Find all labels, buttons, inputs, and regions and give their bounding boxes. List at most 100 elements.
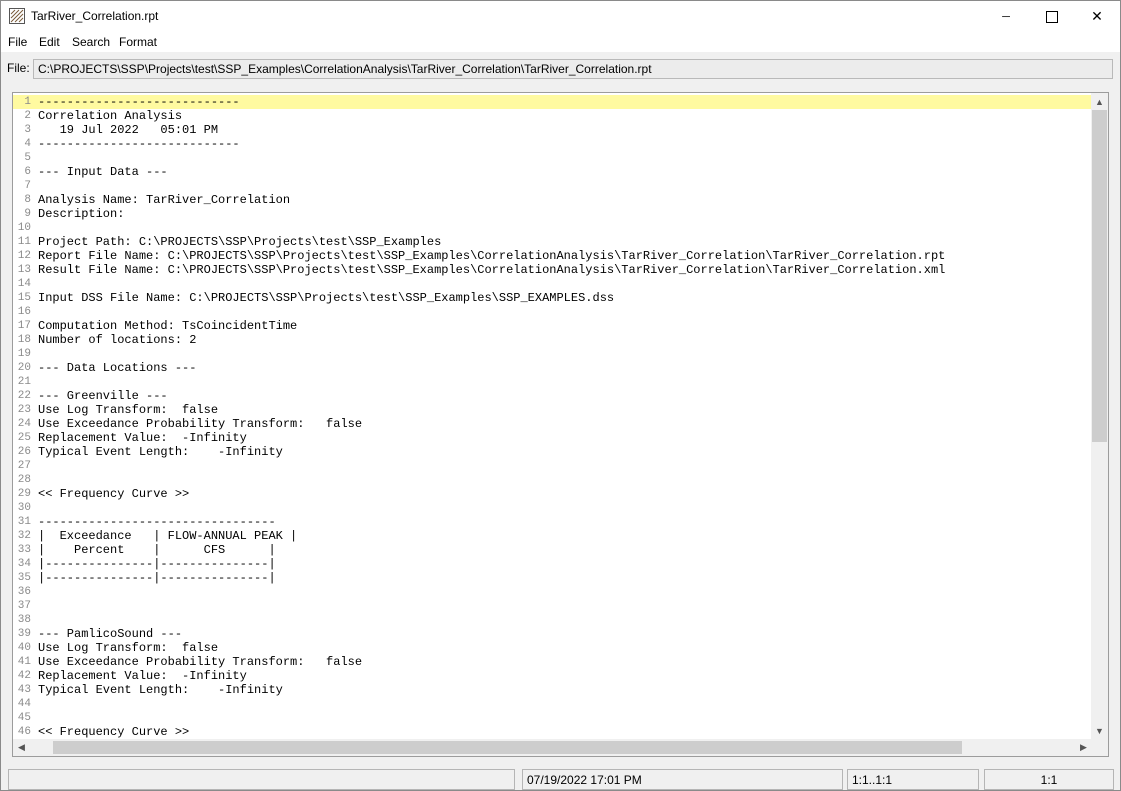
text-line[interactable]: 14 xyxy=(13,277,1092,291)
text-line[interactable]: 9 Description: xyxy=(13,207,1092,221)
text-line[interactable]: 25 Replacement Value: -Infinity xyxy=(13,431,1092,445)
text-line[interactable]: 28 xyxy=(13,473,1092,487)
line-text: << Frequency Curve >> xyxy=(38,725,190,739)
horizontal-scroll-thumb[interactable] xyxy=(53,741,962,754)
line-number: 35 xyxy=(17,572,31,584)
text-line[interactable]: 11 Project Path: C:\PROJECTS\SSP\Projects… xyxy=(13,235,1092,249)
text-line[interactable]: 21 xyxy=(13,375,1092,389)
text-line[interactable]: 39 --- PamlicoSound --- xyxy=(13,627,1092,641)
text-line[interactable]: 7 xyxy=(13,179,1092,193)
menu-edit[interactable]: Edit xyxy=(39,35,60,49)
text-line[interactable]: 33 | Percent | CFS | xyxy=(13,543,1092,557)
text-line[interactable]: 43 Typical Event Length: -Infinity xyxy=(13,683,1092,697)
line-number: 42 xyxy=(17,670,31,682)
text-line[interactable]: 34 |---------------|---------------| xyxy=(13,557,1092,571)
status-message xyxy=(8,769,515,790)
text-line[interactable]: 18 Number of locations: 2 xyxy=(13,333,1092,347)
scroll-right-icon[interactable]: ▶ xyxy=(1075,739,1092,756)
text-line[interactable]: 32 | Exceedance | FLOW-ANNUAL PEAK | xyxy=(13,529,1092,543)
line-number: 29 xyxy=(17,488,31,500)
status-datetime: 07/19/2022 17:01 PM xyxy=(522,769,843,790)
line-number: 25 xyxy=(17,432,31,444)
line-number: 20 xyxy=(17,362,31,374)
line-text: Description: xyxy=(38,207,125,221)
menu-file[interactable]: File xyxy=(8,35,27,49)
text-line[interactable]: 40 Use Log Transform: false xyxy=(13,641,1092,655)
text-lines: 1 ---------------------------- 2 Correlatio… xyxy=(13,95,1092,739)
text-line[interactable]: 2 Correlation Analysis xyxy=(13,109,1092,123)
text-line[interactable]: 1 ---------------------------- xyxy=(13,95,1092,109)
maximize-icon xyxy=(1046,10,1058,23)
text-line[interactable]: 5 xyxy=(13,151,1092,165)
line-number: 4 xyxy=(24,138,31,150)
horizontal-scrollbar[interactable]: ◀ ▶ xyxy=(13,739,1092,756)
line-number: 37 xyxy=(17,600,31,612)
line-text: Replacement Value: -Infinity xyxy=(38,431,247,445)
text-line[interactable]: 12 Report File Name: C:\PROJECTS\SSP\Proj… xyxy=(13,249,1092,263)
text-line[interactable]: 29 << Frequency Curve >> xyxy=(13,487,1092,501)
line-number: 45 xyxy=(17,712,31,724)
text-line[interactable]: 46 << Frequency Curve >> xyxy=(13,725,1092,739)
line-number: 16 xyxy=(17,306,31,318)
text-line[interactable]: 6 --- Input Data --- xyxy=(13,165,1092,179)
file-path-field[interactable]: C:\PROJECTS\SSP\Projects\test\SSP_Exampl… xyxy=(33,59,1113,79)
vertical-scroll-thumb[interactable] xyxy=(1092,110,1107,442)
text-line[interactable]: 38 xyxy=(13,613,1092,627)
line-text: --- PamlicoSound --- xyxy=(38,627,183,641)
line-text: Report File Name: C:\PROJECTS\SSP\Projec… xyxy=(38,249,946,263)
scroll-down-icon[interactable]: ▼ xyxy=(1091,722,1108,739)
text-line[interactable]: 19 xyxy=(13,347,1092,361)
text-line[interactable]: 31 --------------------------------- xyxy=(13,515,1092,529)
text-line[interactable]: 4 ---------------------------- xyxy=(13,137,1092,151)
maximize-button[interactable] xyxy=(1029,1,1075,32)
text-line[interactable]: 22 --- Greenville --- xyxy=(13,389,1092,403)
line-number: 12 xyxy=(17,250,31,262)
status-position: 1:1 xyxy=(984,769,1114,790)
text-line[interactable]: 10 xyxy=(13,221,1092,235)
line-text: Project Path: C:\PROJECTS\SSP\Projects\t… xyxy=(38,235,442,249)
text-line[interactable]: 20 --- Data Locations --- xyxy=(13,361,1092,375)
scroll-left-icon[interactable]: ◀ xyxy=(13,739,30,756)
title-bar[interactable]: TarRiver_Correlation.rpt ─ ✕ xyxy=(1,1,1120,32)
minimize-button[interactable]: ─ xyxy=(983,1,1029,32)
text-line[interactable]: 35 |---------------|---------------| xyxy=(13,571,1092,585)
report-text-area[interactable]: 1 ---------------------------- 2 Correlatio… xyxy=(12,92,1109,757)
text-line[interactable]: 13 Result File Name: C:\PROJECTS\SSP\Proj… xyxy=(13,263,1092,277)
text-line[interactable]: 26 Typical Event Length: -Infinity xyxy=(13,445,1092,459)
text-line[interactable]: 15 Input DSS File Name: C:\PROJECTS\SSP\P… xyxy=(13,291,1092,305)
text-line[interactable]: 23 Use Log Transform: false xyxy=(13,403,1092,417)
line-text: Typical Event Length: -Infinity xyxy=(38,683,283,697)
line-number: 23 xyxy=(17,404,31,416)
text-line[interactable]: 27 xyxy=(13,459,1092,473)
line-text: Use Exceedance Probability Transform: fa… xyxy=(38,417,363,431)
line-text: Use Exceedance Probability Transform: fa… xyxy=(38,655,363,669)
menu-search[interactable]: Search xyxy=(72,35,110,49)
menu-format[interactable]: Format xyxy=(119,35,157,49)
close-button[interactable]: ✕ xyxy=(1074,1,1120,32)
line-text: Result File Name: C:\PROJECTS\SSP\Projec… xyxy=(38,263,946,277)
file-label: File: xyxy=(7,61,30,75)
text-line[interactable]: 8 Analysis Name: TarRiver_Correlation xyxy=(13,193,1092,207)
line-number: 41 xyxy=(17,656,31,668)
line-number: 32 xyxy=(17,530,31,542)
text-line[interactable]: 45 xyxy=(13,711,1092,725)
line-number: 31 xyxy=(17,516,31,528)
text-line[interactable]: 30 xyxy=(13,501,1092,515)
text-line[interactable]: 36 xyxy=(13,585,1092,599)
line-text: Use Log Transform: false xyxy=(38,403,219,417)
text-line[interactable]: 44 xyxy=(13,697,1092,711)
text-line[interactable]: 41 Use Exceedance Probability Transform: … xyxy=(13,655,1092,669)
line-number: 8 xyxy=(24,194,31,206)
text-line[interactable]: 42 Replacement Value: -Infinity xyxy=(13,669,1092,683)
vertical-scrollbar[interactable]: ▲ ▼ xyxy=(1091,93,1108,739)
scroll-up-icon[interactable]: ▲ xyxy=(1091,93,1108,110)
line-text: --- Greenville --- xyxy=(38,389,168,403)
text-line[interactable]: 3 19 Jul 2022 05:01 PM xyxy=(13,123,1092,137)
text-line[interactable]: 37 xyxy=(13,599,1092,613)
text-line[interactable]: 16 xyxy=(13,305,1092,319)
text-line[interactable]: 17 Computation Method: TsCoincidentTime xyxy=(13,319,1092,333)
report-window: TarRiver_Correlation.rpt ─ ✕ File Edit S… xyxy=(0,0,1121,791)
line-number: 36 xyxy=(17,586,31,598)
line-number: 2 xyxy=(24,110,31,122)
text-line[interactable]: 24 Use Exceedance Probability Transform: … xyxy=(13,417,1092,431)
